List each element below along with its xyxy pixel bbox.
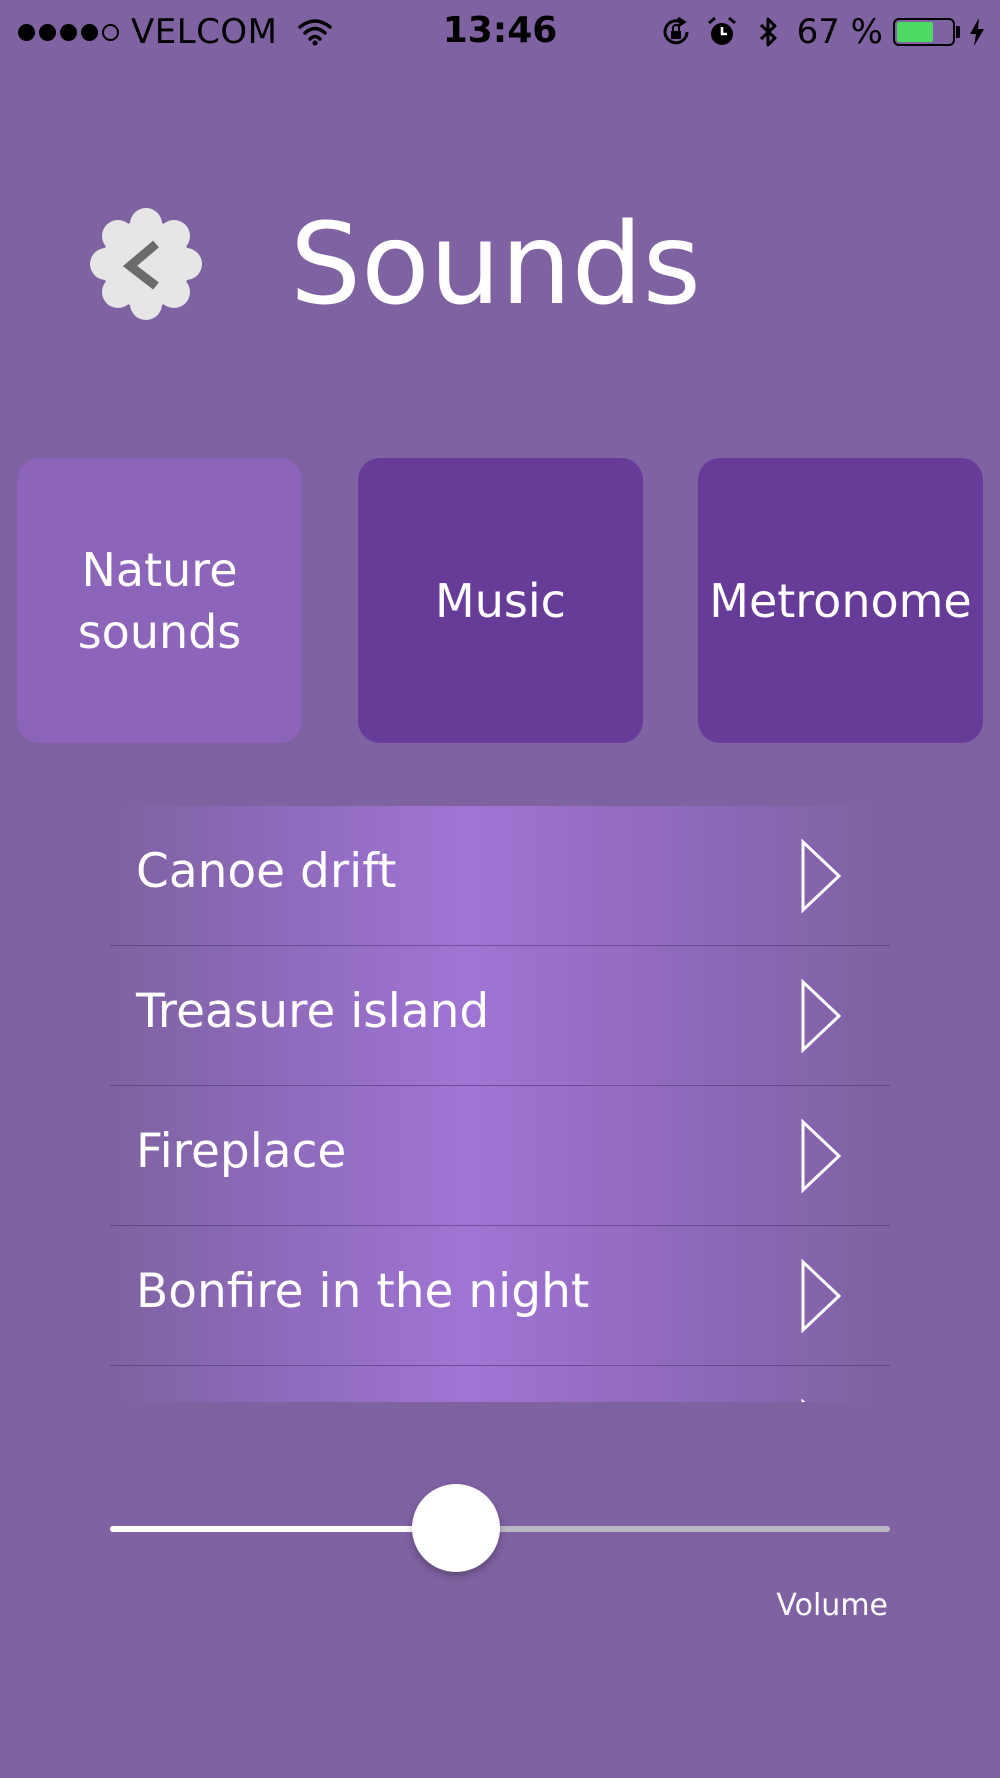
tab-label-line: Nature (81, 542, 238, 597)
carrier-name: VELCOM (131, 12, 278, 52)
signal-dot (102, 23, 119, 41)
battery-fill (897, 22, 933, 42)
tab-label: Nature sounds (78, 539, 242, 663)
page-title: Sounds (290, 200, 702, 330)
signal-dot (39, 23, 56, 41)
play-icon[interactable] (800, 839, 842, 913)
list-item[interactable]: Canoe drift (110, 806, 890, 946)
volume-slider-fill (110, 1526, 456, 1532)
status-bar: VELCOM 13:46 67 % (0, 0, 1000, 64)
bluetooth-icon (759, 17, 777, 47)
back-arrow-icon (90, 208, 202, 320)
signal-strength-icon (18, 23, 123, 41)
list-item[interactable]: Fireplace (110, 1086, 890, 1226)
alarm-icon (707, 16, 736, 45)
tab-label: Music (435, 570, 566, 632)
signal-dot (81, 23, 98, 41)
list-item[interactable]: Bonfire in the night (110, 1226, 890, 1366)
sound-list[interactable]: Canoe drift Treasure island Fireplace Bo… (110, 806, 890, 1402)
list-item-partial[interactable] (110, 1366, 890, 1402)
status-indicators: 67 % (659, 10, 986, 54)
back-button[interactable] (88, 206, 204, 322)
wifi-icon (297, 19, 332, 46)
sounds-screen: VELCOM 13:46 67 % Sounds Nature sounds M… (0, 0, 1000, 1778)
sound-label: Canoe drift (136, 844, 397, 899)
play-icon[interactable] (800, 1119, 842, 1193)
sound-label: Fireplace (136, 1124, 347, 1179)
signal-dot (18, 23, 35, 41)
tab-nature-sounds[interactable]: Nature sounds (17, 458, 302, 743)
rotation-lock-icon (663, 16, 689, 45)
volume-slider-knob[interactable] (412, 1484, 500, 1572)
volume-label: Volume (776, 1588, 888, 1623)
sound-label: Treasure island (136, 984, 490, 1039)
battery-icon (893, 18, 955, 46)
charging-icon (970, 18, 984, 46)
play-icon[interactable] (800, 979, 842, 1053)
play-icon[interactable] (800, 1259, 842, 1333)
battery-cap (956, 26, 960, 38)
list-item[interactable]: Treasure island (110, 946, 890, 1086)
play-icon[interactable] (800, 1399, 842, 1402)
tab-label-line: Music (435, 573, 566, 628)
carrier-group: VELCOM (18, 12, 332, 52)
sound-label: Bonfire in the night (136, 1264, 590, 1319)
battery-percentage: 67 % (796, 12, 883, 52)
signal-dot (60, 23, 77, 41)
tab-music[interactable]: Music (358, 458, 643, 743)
volume-slider-track[interactable] (110, 1526, 890, 1532)
tab-metronome[interactable]: Metronome (698, 458, 983, 743)
tab-label: Metronome (709, 570, 971, 632)
tab-label-line: Metronome (709, 573, 972, 628)
tab-label-line: sounds (77, 604, 242, 659)
